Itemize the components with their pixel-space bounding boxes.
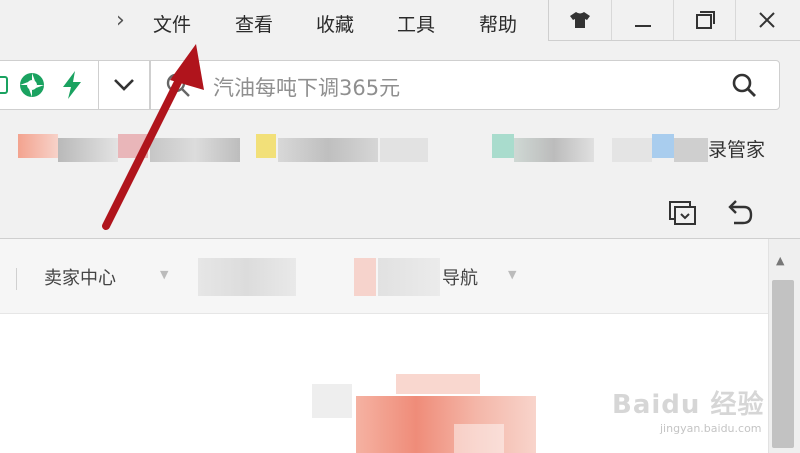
close-icon (759, 12, 775, 28)
menu-item-favorites[interactable]: 收藏 (316, 10, 354, 37)
close-button[interactable] (735, 0, 798, 40)
search-prefix-icon (166, 73, 190, 97)
chevron-down-icon (114, 79, 134, 91)
shirt-icon (570, 12, 590, 28)
restore-button[interactable] (673, 0, 736, 40)
blurred-image (356, 396, 536, 453)
minimize-button[interactable] (611, 0, 674, 40)
bookmark-item[interactable] (380, 138, 428, 162)
chevron-down-icon: ▼ (160, 268, 169, 281)
bookmark-item[interactable] (492, 134, 514, 158)
search-box[interactable]: 汽油每吨下调365元 (150, 60, 780, 110)
bookmark-item-manager[interactable]: 录管家 (708, 135, 765, 162)
menu-more-chevron-icon[interactable]: › (116, 8, 125, 33)
tabs-icon[interactable] (668, 198, 698, 226)
bookmark-item[interactable] (278, 138, 378, 162)
bookmark-bar (0, 120, 800, 180)
shield-icon[interactable] (0, 75, 12, 95)
bookmark-item[interactable] (674, 138, 708, 162)
search-icon[interactable] (731, 72, 757, 98)
bookmark-item[interactable] (150, 138, 240, 162)
chevron-down-icon: ▼ (508, 268, 517, 281)
nav-link[interactable]: 导航 (442, 264, 478, 290)
scroll-up-icon[interactable]: ▲ (776, 254, 784, 267)
seller-center-link[interactable]: 卖家中心 (44, 264, 116, 290)
minimize-icon (635, 25, 651, 27)
menu-item-tools[interactable]: 工具 (397, 10, 435, 37)
bookmark-item[interactable] (256, 134, 276, 158)
baidu-watermark: Baidu 经验 (612, 390, 765, 420)
restore-icon (696, 11, 715, 29)
scrollbar-thumb[interactable] (772, 280, 794, 448)
bookmark-item[interactable] (652, 134, 674, 158)
address-left-segment (0, 60, 99, 110)
blurred-image (396, 374, 480, 394)
security-check-icon[interactable] (18, 71, 46, 99)
baidu-watermark-url: jingyan.baidu.com (660, 422, 762, 435)
blurred-image (454, 424, 504, 453)
blurred-nav-item[interactable] (354, 258, 376, 296)
search-input[interactable]: 汽油每吨下调365元 (213, 72, 400, 102)
bookmark-item[interactable] (58, 138, 118, 162)
nav-divider (16, 268, 17, 290)
skin-button[interactable] (549, 0, 611, 40)
bookmark-item[interactable] (118, 134, 148, 158)
menu-item-help[interactable]: 帮助 (479, 10, 517, 37)
blurred-image (312, 384, 352, 418)
menu-item-view[interactable]: 查看 (235, 10, 273, 37)
undo-icon[interactable] (724, 197, 754, 227)
bookmark-item[interactable] (612, 138, 652, 162)
address-dropdown-button[interactable] (99, 60, 150, 110)
speed-icon[interactable] (60, 70, 84, 100)
window-controls (548, 0, 800, 41)
bookmark-item[interactable] (18, 134, 58, 158)
menu-item-file[interactable]: 文件 (153, 10, 191, 37)
blurred-nav-item[interactable] (378, 258, 440, 296)
bookmark-item[interactable] (514, 138, 594, 162)
blurred-nav-item[interactable] (198, 258, 296, 296)
